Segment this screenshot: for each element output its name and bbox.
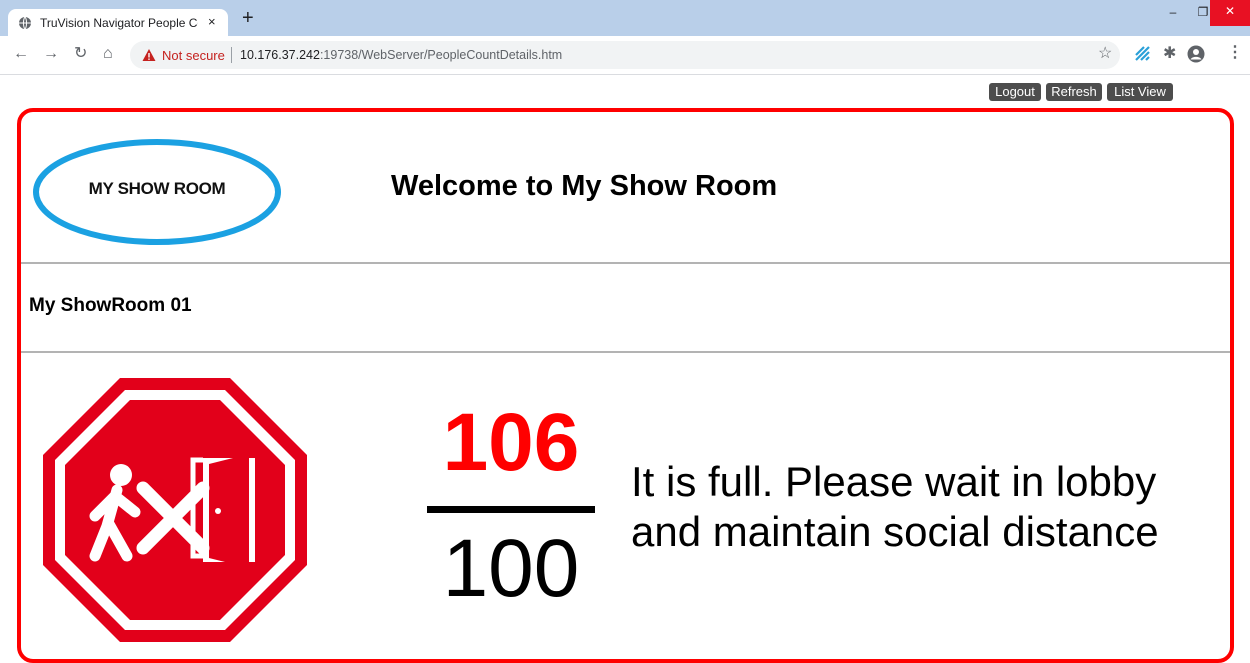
url-path: :19738/WebServer/PeopleCountDetails.htm xyxy=(319,48,563,62)
status-message-line: It is full. Please wait in lobby xyxy=(631,458,1157,505)
browser-tabstrip: TruVision Navigator People Coun × + – ❐ … xyxy=(0,0,1250,36)
logo-text: MY SHOW ROOM xyxy=(88,179,226,198)
divider xyxy=(21,351,1230,353)
profile-avatar-icon[interactable] xyxy=(1187,45,1205,63)
globe-icon xyxy=(19,16,31,30)
tab-title: TruVision Navigator People Coun xyxy=(40,16,198,30)
status-message: It is full. Please wait in lobby and mai… xyxy=(631,457,1211,557)
people-count-panel: MY SHOW ROOM Welcome to My Show Room My … xyxy=(17,108,1234,663)
home-icon[interactable]: ⌂ xyxy=(103,45,113,63)
reload-icon[interactable]: ↻ xyxy=(74,45,87,63)
forward-arrow-icon[interactable]: → xyxy=(43,45,59,63)
status-message-line: and maintain social distance xyxy=(631,508,1159,555)
window-minimize-button[interactable]: – xyxy=(1158,0,1188,26)
warning-triangle-icon xyxy=(142,49,156,61)
fraction-divider xyxy=(427,506,595,513)
browser-tab[interactable]: TruVision Navigator People Coun × xyxy=(8,9,228,36)
back-arrow-icon[interactable]: ← xyxy=(13,45,29,63)
security-status-label[interactable]: Not secure xyxy=(162,48,225,63)
list-view-button[interactable]: List View xyxy=(1107,83,1173,101)
address-bar[interactable]: Not secure 10.176.37.242:19738/WebServer… xyxy=(130,41,1120,69)
bookmark-star-icon[interactable]: ☆ xyxy=(1098,45,1112,63)
address-divider xyxy=(231,47,232,63)
max-capacity: 100 xyxy=(442,523,580,614)
url-host: 10.176.37.242 xyxy=(240,48,320,62)
extension-stripes-icon[interactable] xyxy=(1135,46,1151,62)
browser-toolbar: ← → ↻ ⌂ Not secure 10.176.37.242:19738/W… xyxy=(0,36,1250,75)
current-count: 106 xyxy=(442,397,580,488)
showroom-logo: MY SHOW ROOM xyxy=(29,137,285,247)
no-entry-stop-icon xyxy=(43,378,307,642)
tab-close-icon[interactable]: × xyxy=(208,14,216,29)
room-name: My ShowRoom 01 xyxy=(29,295,192,316)
window-close-button[interactable]: ✕ xyxy=(1210,0,1250,26)
page-title: Welcome to My Show Room xyxy=(391,170,778,202)
url-text[interactable]: 10.176.37.242:19738/WebServer/PeopleCoun… xyxy=(240,48,562,62)
new-tab-button[interactable]: + xyxy=(242,8,254,28)
browser-menu-icon[interactable]: ⋮ xyxy=(1227,44,1243,62)
refresh-button[interactable]: Refresh xyxy=(1046,83,1102,101)
extensions-puzzle-icon[interactable]: ✱ xyxy=(1163,45,1176,63)
divider xyxy=(21,262,1230,264)
logout-button[interactable]: Logout xyxy=(989,83,1041,101)
